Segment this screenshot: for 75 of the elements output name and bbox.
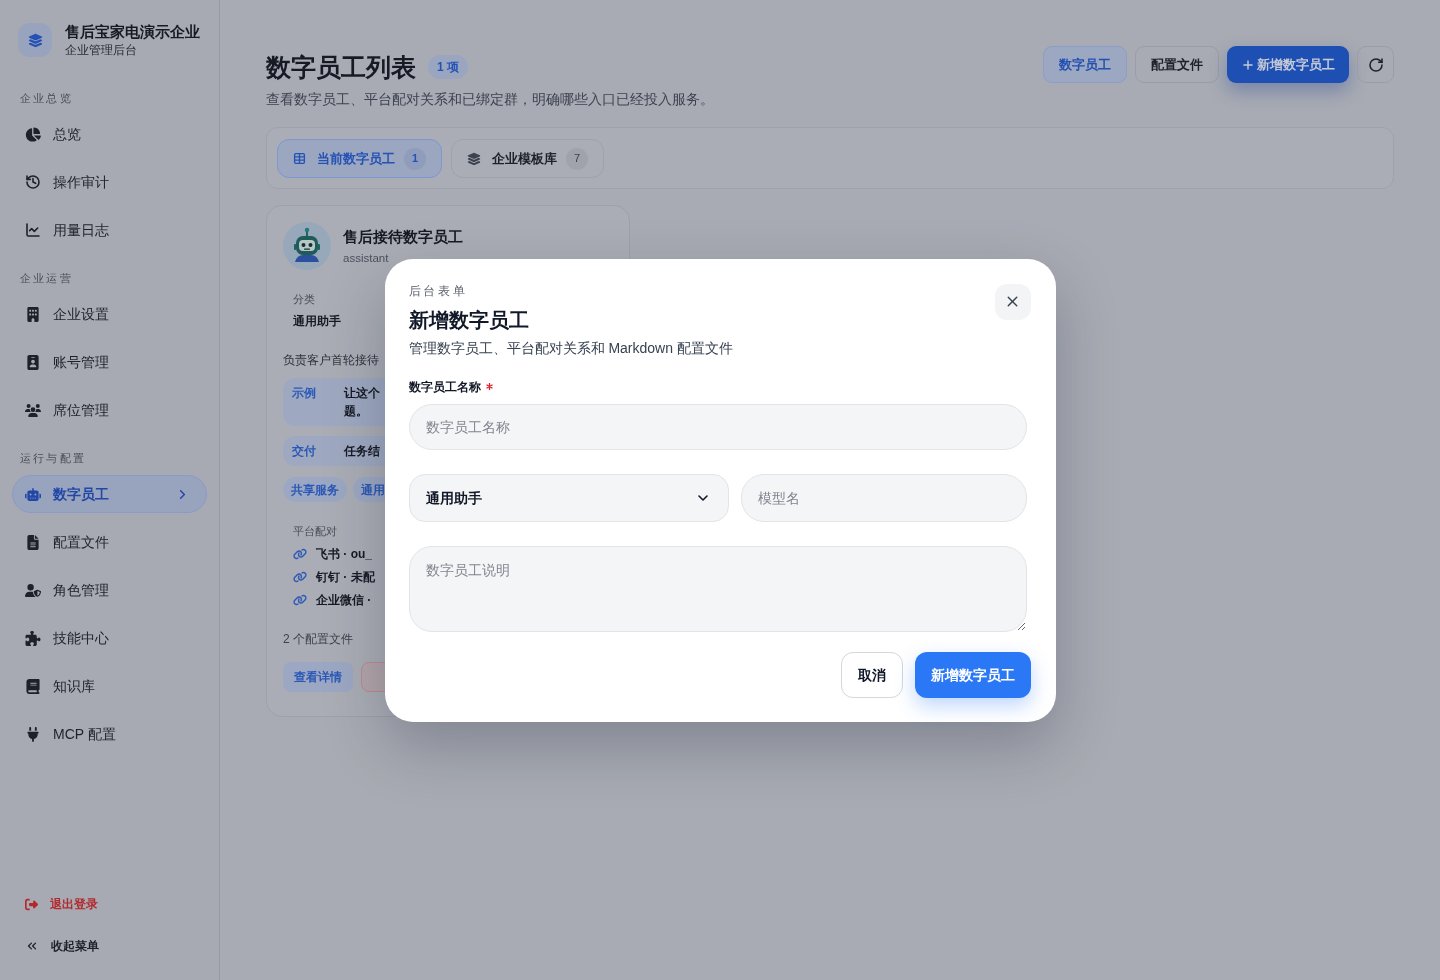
nav-item[interactable]: MCP 配置 xyxy=(12,715,207,753)
employee-role: assistant xyxy=(343,250,389,266)
tag: 共享服务 xyxy=(283,477,347,502)
input-field[interactable]: 数字员工名称 xyxy=(408,403,1027,450)
nav-item[interactable]: 企业设置 xyxy=(12,295,207,333)
nav-item[interactable]: 账号管理 xyxy=(12,343,207,381)
platform-label: 平台配对 xyxy=(293,524,337,539)
detail-text: 让这个 题。 xyxy=(344,385,380,420)
puzzle-icon xyxy=(25,630,41,646)
plug-icon xyxy=(25,726,41,742)
employee-name: 售后接待数字员工 xyxy=(343,226,463,247)
category-value: 通用助手 xyxy=(293,313,341,329)
tab[interactable]: 企业模板库 7 xyxy=(451,139,604,178)
category-label: 分类 xyxy=(293,292,315,307)
nav-item[interactable]: 知识库 xyxy=(12,667,207,705)
input-field[interactable]: 模型名 xyxy=(741,473,1027,522)
config-files-button[interactable]: 配置文件 xyxy=(1135,46,1219,83)
field-label: 数字员工名称 xyxy=(408,378,481,395)
users-icon xyxy=(25,402,41,418)
brand-title: 售后宝家电演示企业 xyxy=(65,22,200,42)
nav-item[interactable]: 配置文件 xyxy=(12,523,207,561)
close-button[interactable] xyxy=(994,283,1031,320)
section-title: 运行与配置 xyxy=(19,451,87,466)
robot-avatar-icon xyxy=(283,222,331,270)
tab-count: 7 xyxy=(566,147,588,170)
nav-item[interactable]: 席位管理 xyxy=(12,391,207,429)
count-badge: 1 项 xyxy=(428,55,468,79)
employee-summary: 负责客户首轮接待 xyxy=(283,352,379,368)
history-icon xyxy=(25,174,41,190)
dialog-eyebrow: 后台表单 xyxy=(408,283,468,299)
config-file-count: 2 个配置文件 xyxy=(283,631,353,647)
platform-pairing: 钉钉 · 未配 xyxy=(316,569,375,585)
refresh-icon xyxy=(1367,56,1384,73)
add-employee-button[interactable]: 新增数字员工 xyxy=(1227,46,1349,83)
plus-icon xyxy=(1241,57,1255,72)
logo-icon xyxy=(18,23,52,57)
link-icon xyxy=(293,570,307,584)
page-subtitle: 查看数字员工、平台配对关系和已绑定群，明确哪些入口已经投入服务。 xyxy=(266,91,714,109)
tab-count: 1 xyxy=(404,147,426,170)
double-chevron-left-icon xyxy=(25,939,39,953)
robot-icon xyxy=(25,486,41,502)
nav-item[interactable]: 总览 xyxy=(12,115,207,153)
nav-item[interactable]: 用量日志 xyxy=(12,211,207,249)
platform-pairing: 飞书 · ou_ xyxy=(316,546,372,562)
section-title: 企业运营 xyxy=(19,271,74,286)
layers-icon xyxy=(467,151,481,166)
id-badge-icon xyxy=(25,354,41,370)
nav-item[interactable]: 角色管理 xyxy=(12,571,207,609)
detail-label: 交付 xyxy=(292,443,316,460)
detail-label: 示例 xyxy=(292,385,316,402)
collapse-menu-button[interactable]: 收起菜单 xyxy=(12,929,112,963)
page-title: 数字员工列表 xyxy=(266,52,416,83)
platform-pairing: 企业微信 · xyxy=(316,592,372,608)
pie-chart-icon xyxy=(25,126,41,142)
file-icon xyxy=(25,534,41,550)
submit-button[interactable]: 新增数字员工 xyxy=(914,651,1031,698)
building-icon xyxy=(25,306,41,322)
detail-text: 任务结 xyxy=(344,443,380,460)
table-icon xyxy=(293,152,306,165)
cancel-button[interactable]: 取消 xyxy=(840,651,903,698)
refresh-button[interactable] xyxy=(1357,46,1394,83)
section-title: 企业总览 xyxy=(19,91,74,106)
link-icon xyxy=(293,547,307,561)
user-shield-icon xyxy=(25,582,41,598)
logout-icon xyxy=(25,897,38,911)
description-field[interactable]: 数字员工说明 xyxy=(408,545,1027,632)
link-icon xyxy=(293,593,307,607)
book-icon xyxy=(25,678,41,694)
dialog-description: 管理数字员工、平台配对关系和 Markdown 配置文件 xyxy=(408,338,733,358)
brand-subtitle: 企业管理后台 xyxy=(65,42,137,58)
nav-item[interactable]: 技能中心 xyxy=(12,619,207,657)
line-chart-icon xyxy=(25,222,41,238)
nav-item[interactable]: 操作审计 xyxy=(12,163,207,201)
dialog-title: 新增数字员工 xyxy=(408,307,529,333)
category-select[interactable]: 通用助手 xyxy=(408,473,729,522)
